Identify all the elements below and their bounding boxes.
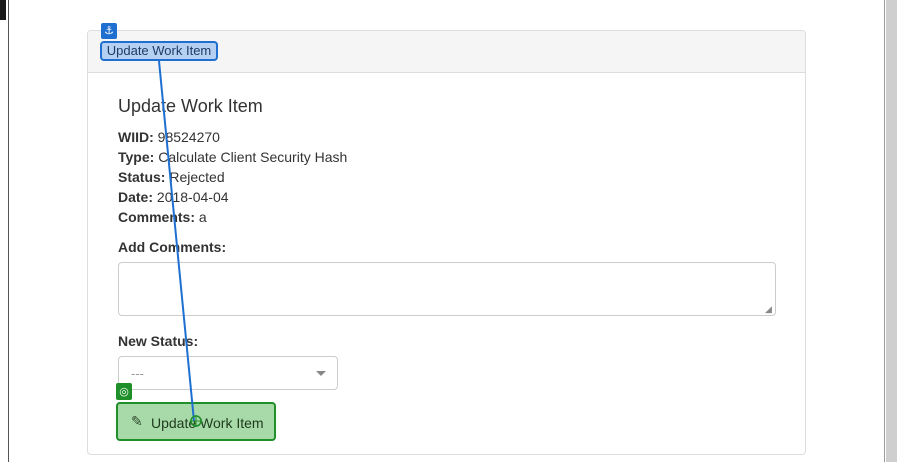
wiid-field: WIID: 98524270 [118,128,220,146]
wiid-value: 98524270 [157,129,220,145]
anchor-icon: ⚓ [101,23,117,39]
new-status-select[interactable]: --- [118,356,338,390]
pencil-icon: ✎ [131,414,143,430]
update-work-item-button-label: Update Work Item [151,415,264,431]
status-value: Rejected [169,169,225,185]
resize-grip-icon[interactable]: ◢ [765,305,772,314]
type-field: Type: Calculate Client Security Hash [118,148,347,166]
status-field: Status: Rejected [118,168,225,186]
form-title: Update Work Item [118,96,263,116]
window-scrollbar[interactable] [886,0,897,462]
status-label: Status: [118,169,166,185]
add-comments-textarea[interactable] [118,262,776,316]
comments-field: Comments: a [118,208,207,226]
target-icon: ◎ [116,383,132,400]
update-work-item-button[interactable]: ✎ Update Work Item [116,402,276,441]
add-comments-label: Add Comments: [118,239,227,255]
wiid-label: WIID: [118,129,154,145]
new-status-label: New Status: [118,333,199,349]
chevron-down-icon [316,371,326,376]
panel-heading-title: Update Work Item [100,41,218,61]
type-value: Calculate Client Security Hash [158,149,348,165]
window-frame-right-border [884,0,885,462]
new-status-selected-value: --- [131,366,144,381]
comments-value: a [198,209,207,225]
date-label: Date: [118,189,154,205]
window-frame-left [0,0,6,20]
window-frame-left-border [8,0,9,462]
type-label: Type: [118,149,155,165]
date-field: Date: 2018-04-04 [118,188,229,206]
comments-label: Comments: [118,209,196,225]
date-value: 2018-04-04 [156,189,229,205]
